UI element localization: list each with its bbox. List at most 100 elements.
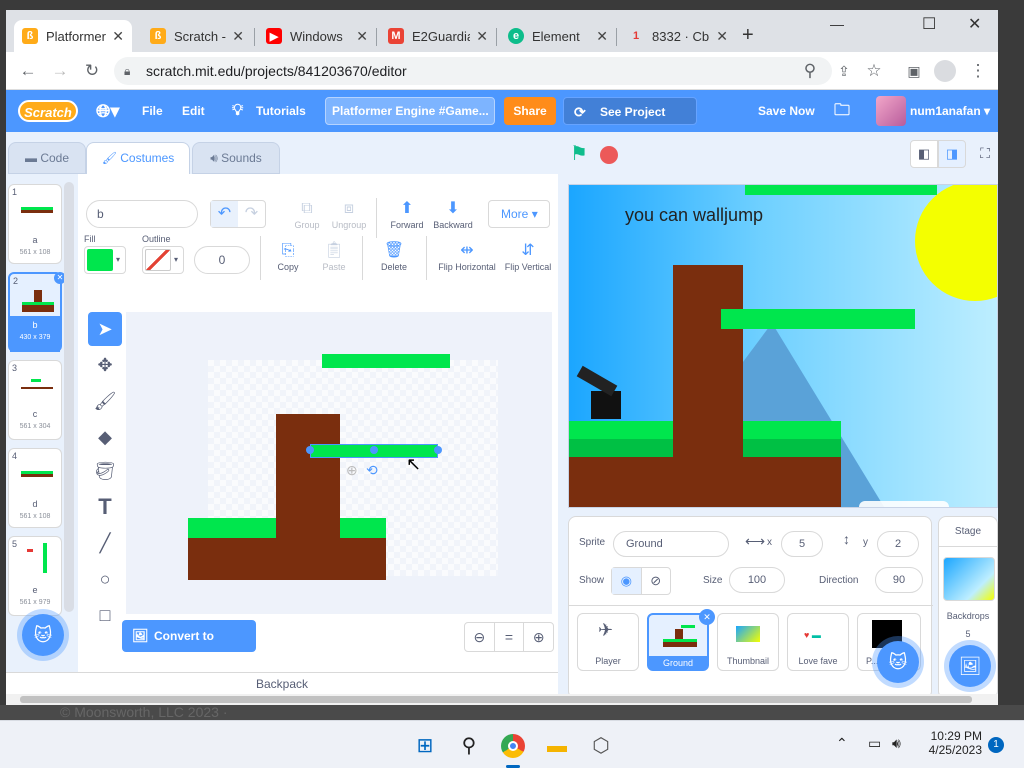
network-icon[interactable]: ▭ [868, 735, 881, 752]
scratch-logo[interactable]: Scratch [18, 100, 78, 122]
hide-eye-icon[interactable]: ⊘ [640, 568, 671, 594]
close-tab-icon[interactable]: ✕ [476, 28, 488, 45]
close-tab-icon[interactable]: ✕ [596, 28, 608, 45]
profile-avatar-icon[interactable] [934, 60, 956, 82]
tab-sounds[interactable]: 🔊︎ Sounds [192, 142, 280, 174]
outline-color-picker[interactable]: ▾ [142, 246, 184, 274]
text-tool-icon[interactable]: T [88, 490, 122, 524]
top-platform-shape[interactable] [322, 354, 450, 368]
line-tool-icon[interactable]: ╱ [88, 526, 122, 560]
delete-sprite-icon[interactable]: ✕ [699, 609, 715, 625]
direction-input[interactable]: 90 [875, 567, 923, 593]
paste-button[interactable]: 📋︎ Paste [312, 240, 356, 272]
sprite-tile-player[interactable]: ✈ Player [577, 613, 639, 671]
large-stage-icon[interactable]: ◨ [938, 140, 966, 168]
close-tab-icon[interactable]: ✕ [112, 28, 124, 45]
costume-list-scrollbar[interactable] [64, 182, 74, 612]
paint-canvas[interactable]: ⟲ ⊕ ↖ [126, 312, 552, 614]
undo-icon[interactable]: ↶ [211, 201, 238, 227]
flip-vertical-button[interactable]: ⇵ Flip Vertical [500, 240, 556, 272]
browser-tab-8332[interactable]: 1 8332 · Cb ✕ [620, 20, 736, 52]
file-explorer-icon[interactable]: ▬ [542, 731, 572, 761]
choose-costume-button[interactable]: 🐱︎ [22, 614, 64, 656]
edit-menu[interactable]: Edit [182, 90, 205, 132]
size-input[interactable]: 100 [729, 567, 785, 593]
backward-button[interactable]: ⬇ Backward [430, 198, 476, 230]
bookmark-star-icon[interactable]: ☆ [862, 60, 886, 82]
costume-item[interactable]: 5 e 561 x 979 [8, 536, 62, 616]
ungroup-button[interactable]: ⧈ Ungroup [328, 198, 370, 230]
costume-item[interactable]: 1 a 561 x 108 [8, 184, 62, 264]
browser-tab-element[interactable]: e Element ✕ [500, 20, 616, 52]
save-now-button[interactable]: Save Now [758, 90, 815, 132]
x-position-input[interactable]: 5 [781, 531, 823, 557]
costume-name-input[interactable]: b [86, 200, 198, 228]
stop-sign-icon[interactable] [600, 146, 618, 164]
zoom-reset-button[interactable]: = [493, 623, 525, 651]
group-button[interactable]: ⧉ Group [286, 198, 328, 230]
browser-tab-platformer[interactable]: ß Platformer ✕ [14, 20, 132, 52]
zoom-icon[interactable]: ⚲ [798, 60, 822, 82]
eraser-tool-icon[interactable]: ◆ [88, 420, 122, 454]
close-window-button[interactable]: ✕ [968, 14, 981, 34]
side-panel-icon[interactable]: ▣ [902, 60, 926, 82]
file-menu[interactable]: File [142, 90, 163, 132]
volume-icon[interactable]: 🔊︎ [892, 735, 901, 752]
minimize-button[interactable]: — [830, 16, 844, 32]
stage-canvas[interactable]: you can walljump [568, 184, 998, 508]
stage-target-panel[interactable]: Stage Backdrops 5 🖼︎ [938, 516, 998, 699]
chevron-up-icon[interactable]: ⌃ [836, 735, 848, 752]
ground-dirt-shape[interactable] [188, 538, 386, 580]
browser-tab-e2guardian[interactable]: M E2Guardia ✕ [380, 20, 496, 52]
flip-horizontal-button[interactable]: ⇹ Flip Horizontal [434, 240, 500, 272]
browser-menu-icon[interactable]: ⋮ [966, 60, 990, 82]
windows-start-icon[interactable]: ⊞ [410, 731, 440, 761]
y-position-input[interactable]: 2 [877, 531, 919, 557]
costume-item[interactable]: 3 c 561 x 304 [8, 360, 62, 440]
selection-handle[interactable] [306, 446, 314, 454]
browser-tab-windows[interactable]: ▶ Windows ✕ [258, 20, 376, 52]
more-dropdown[interactable]: More ▾ [488, 200, 550, 228]
share-button[interactable]: Share [504, 97, 556, 125]
project-title-input[interactable]: Platformer Engine #Game... [325, 97, 495, 125]
share-page-icon[interactable]: ⇪ [832, 60, 856, 82]
user-avatar[interactable] [876, 96, 906, 126]
forward-icon[interactable]: → [48, 60, 72, 82]
rectangle-tool-icon[interactable]: □ [88, 598, 122, 632]
zoom-in-icon[interactable]: ⊕ [524, 623, 553, 651]
search-icon[interactable]: ⚲ [454, 731, 484, 761]
costume-item-selected[interactable]: 2 ✕ b 430 x 379 [8, 272, 66, 352]
circle-tool-icon[interactable]: ○ [88, 562, 122, 596]
select-tool-icon[interactable]: ➤ [88, 312, 122, 346]
outline-width-input[interactable]: 0 [194, 246, 250, 274]
tutorials-button[interactable]: Tutorials [256, 90, 306, 132]
choose-sprite-button[interactable]: 🐱︎ [877, 641, 919, 683]
fullscreen-icon[interactable]: ⛶ [972, 140, 998, 168]
tab-costumes[interactable]: 🖌︎ Costumes [86, 142, 190, 174]
language-globe-icon[interactable]: 🌐︎▾ [96, 90, 119, 132]
chrome-icon[interactable] [498, 731, 528, 761]
show-eye-icon[interactable]: ◉ [612, 568, 641, 594]
close-tab-icon[interactable]: ✕ [232, 28, 244, 45]
delete-button[interactable]: 🗑︎ Delete [370, 240, 418, 272]
sprite-tile-thumbnail[interactable]: Thumbnail [717, 613, 779, 671]
forward-button[interactable]: ⬆ Forward [384, 198, 430, 230]
back-icon[interactable]: ← [16, 60, 40, 82]
username-menu[interactable]: num1anafan ▾ [910, 90, 990, 132]
new-tab-button[interactable]: + [742, 24, 754, 47]
zoom-out-icon[interactable]: ⊖ [465, 623, 494, 651]
small-stage-icon[interactable]: ◧ [910, 140, 938, 168]
url-field[interactable]: 🔒︎ scratch.mit.edu/projects/841203670/ed… [114, 57, 832, 85]
reshape-tool-icon[interactable]: ✥ [88, 348, 122, 382]
reload-icon[interactable]: ↻ [80, 60, 104, 82]
rotate-handle-icon[interactable]: ⟲ [366, 462, 378, 479]
clock[interactable]: 10:29 PM 4/25/2023 [924, 729, 982, 757]
selection-handle[interactable] [434, 446, 442, 454]
sprite-name-input[interactable]: Ground [613, 531, 729, 557]
green-flag-icon[interactable]: ⚑ [570, 142, 594, 166]
close-tab-icon[interactable]: ✕ [716, 28, 728, 45]
maximize-button[interactable]: ☐ [922, 14, 936, 34]
backpack-header[interactable]: Backpack [6, 672, 558, 694]
convert-to-bitmap-button[interactable]: 🖼︎ Convert to Bitmap [122, 620, 256, 675]
my-stuff-folder-icon[interactable]: 🗀 [834, 90, 850, 132]
